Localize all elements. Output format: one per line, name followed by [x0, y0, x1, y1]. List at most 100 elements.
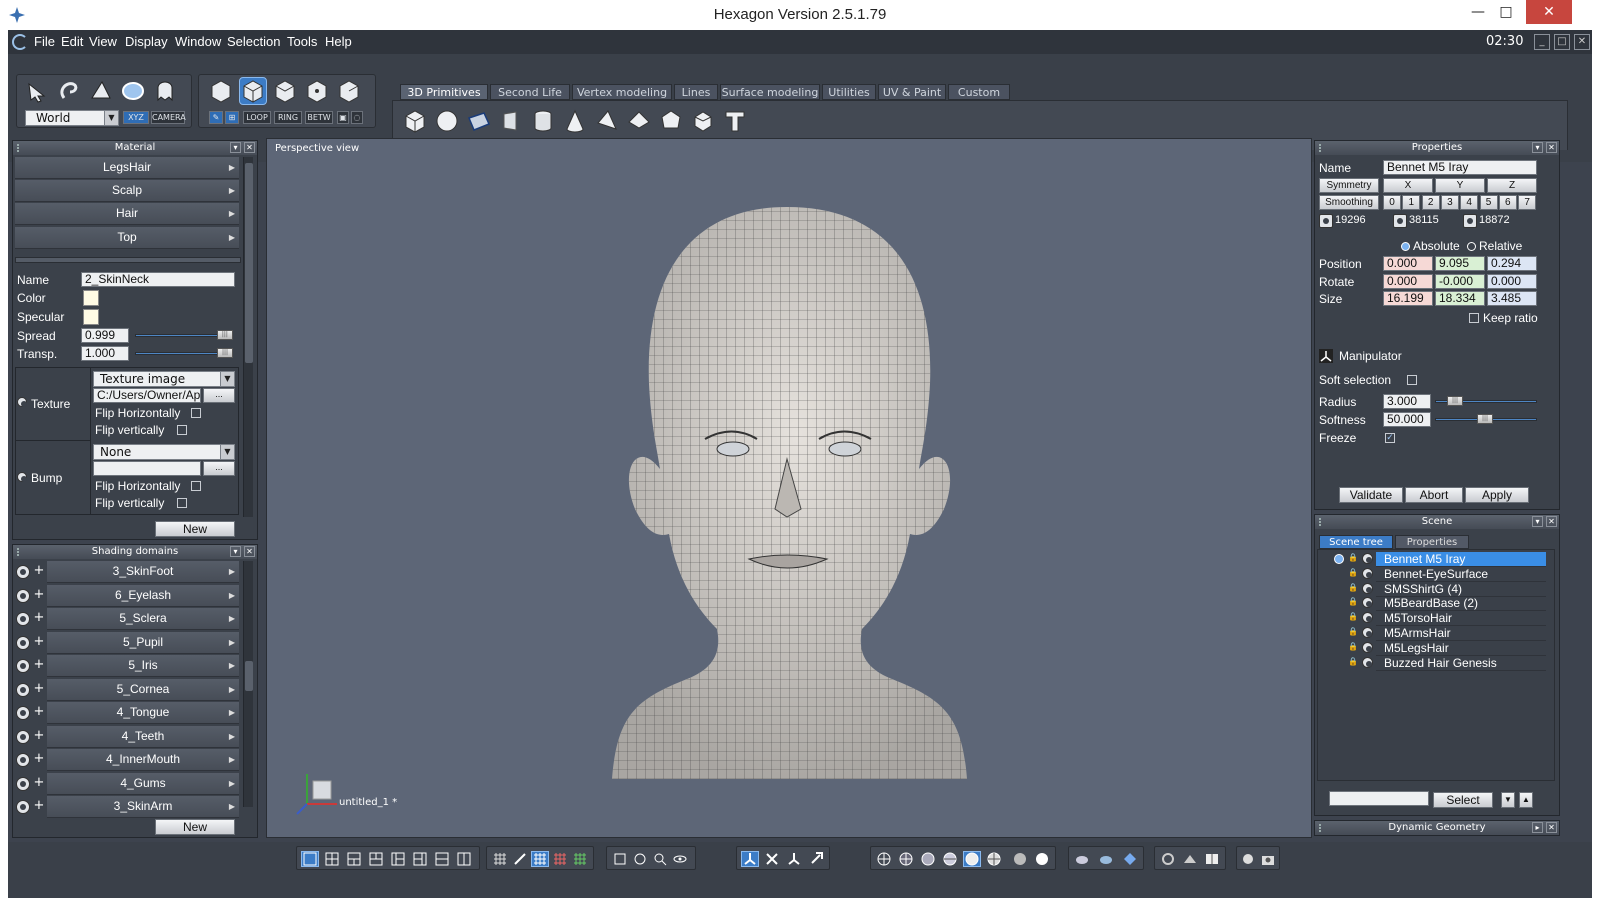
list-item[interactable]: Top ▶ [15, 227, 239, 249]
vertex-mode-icon[interactable] [207, 77, 235, 105]
softness-field[interactable]: 50.000 [1383, 412, 1431, 427]
object-mode-icon[interactable] [239, 77, 267, 105]
texture-path-field[interactable]: C:/Users/Owner/Ap [93, 388, 201, 403]
quad-view-icon[interactable] [323, 851, 341, 867]
add-icon[interactable]: + [32, 658, 46, 673]
move-manipulator-icon[interactable] [763, 851, 781, 867]
shadow-icon[interactable] [1121, 851, 1139, 867]
tab-lines[interactable]: Lines [674, 84, 718, 100]
between-select-button[interactable]: BETW [305, 111, 333, 124]
visibility-eye-icon[interactable] [1362, 656, 1373, 668]
app-close-button[interactable]: ✕ [1574, 34, 1590, 50]
pointer-tool-icon[interactable] [23, 77, 51, 105]
visibility-eye-icon[interactable] [1362, 553, 1373, 564]
split-vertical-icon[interactable] [455, 851, 473, 867]
validate-button[interactable]: Validate [1339, 487, 1403, 503]
panel-close-icon[interactable]: ✕ [1546, 516, 1557, 527]
shading-domain-item[interactable]: 4_Gums ▶ [47, 772, 239, 795]
lock-icon[interactable]: 🔒 [1348, 627, 1358, 636]
scene-search-field[interactable] [1329, 791, 1429, 806]
split-left-icon[interactable] [389, 851, 407, 867]
shading-domain-item[interactable]: 4_Teeth ▶ [47, 725, 239, 748]
position-y-field[interactable]: 9.095 [1435, 256, 1485, 271]
panel-menu-icon[interactable]: ▾ [1532, 142, 1543, 153]
grid-yz-icon[interactable] [571, 851, 589, 867]
texture-flip-v-checkbox[interactable] [177, 425, 187, 435]
ghost-tool-icon[interactable] [151, 77, 179, 105]
select-button[interactable]: Select [1433, 792, 1493, 808]
render-icon[interactable] [1239, 851, 1257, 867]
grip-icon[interactable] [1319, 824, 1325, 832]
sphere-icon[interactable] [433, 107, 461, 135]
bump-flip-v-checkbox[interactable] [177, 498, 187, 508]
list-item[interactable]: Hair ▶ [15, 203, 239, 225]
render-preview-icon[interactable] [1033, 851, 1051, 867]
tab-3d-primitives[interactable]: 3D Primitives [400, 84, 488, 100]
textured-icon[interactable] [985, 851, 1003, 867]
scene-tree-item[interactable]: M5TorsoHair [1376, 611, 1546, 627]
visibility-eye-icon[interactable] [16, 753, 30, 767]
lock-icon[interactable]: 🔒 [1348, 657, 1358, 666]
visibility-eye-icon[interactable] [16, 635, 30, 650]
tab-utilities[interactable]: Utilities [822, 84, 876, 100]
visibility-eye-icon[interactable] [1362, 582, 1373, 594]
lock-icon[interactable]: 🔒 [1348, 583, 1358, 592]
specular-swatch[interactable] [83, 309, 99, 325]
visibility-eye-icon[interactable] [16, 565, 30, 579]
scene-tree-item[interactable]: Bennet-EyeSurface [1376, 567, 1546, 582]
grip-icon[interactable] [1319, 518, 1325, 526]
visibility-eye-icon[interactable] [16, 706, 30, 720]
perspective-viewport[interactable]: Perspective view untitled_1 * [266, 138, 1312, 838]
bump-type-select[interactable]: None ▼ [93, 444, 235, 460]
polyhedron-icon[interactable] [689, 107, 717, 135]
head-mesh[interactable] [267, 139, 1313, 839]
list-item[interactable]: LegsHair ▶ [15, 157, 239, 179]
tab-uv-paint[interactable]: UV & Paint [878, 84, 946, 100]
cube-icon[interactable] [401, 107, 429, 135]
add-icon[interactable]: + [32, 564, 46, 579]
menu-tools[interactable]: Tools [287, 34, 317, 49]
app-restore-button[interactable]: □ [1554, 34, 1570, 50]
ring-select-button[interactable]: RING [274, 111, 302, 124]
close-button[interactable]: ✕ [1526, 0, 1572, 24]
panel-menu-icon[interactable]: ▾ [230, 142, 241, 153]
menu-help[interactable]: Help [325, 34, 352, 49]
loop-select-button[interactable]: LOOP [243, 111, 271, 124]
tweak-tool-icon[interactable] [87, 77, 115, 105]
zoom-extents-icon[interactable] [611, 851, 629, 867]
add-icon[interactable]: + [32, 799, 46, 814]
radius-slider-knob[interactable]: ||| [1447, 396, 1463, 406]
symmetry-z-button[interactable]: Z [1487, 178, 1537, 193]
menu-selection[interactable]: Selection [227, 34, 280, 49]
shading-domain-item[interactable]: 3_SkinFoot ▶ [47, 561, 239, 583]
split-right-icon[interactable] [411, 851, 429, 867]
scene-tree-item[interactable]: M5BeardBase (2) [1376, 596, 1546, 612]
tab-scene-tree[interactable]: Scene tree [1319, 535, 1393, 549]
app-minimize-button[interactable]: _ [1534, 34, 1550, 50]
tab-surface-modeling[interactable]: Surface modeling [720, 84, 820, 100]
render-settings-icon[interactable] [1159, 851, 1177, 867]
eye-icon[interactable] [671, 851, 689, 867]
panel-expand-icon[interactable]: ▸ [1532, 822, 1543, 833]
visibility-eye-icon[interactable] [16, 776, 30, 791]
coordinate-system-select[interactable]: World ▼ [25, 110, 119, 126]
visibility-eye-icon[interactable] [1362, 597, 1373, 609]
render-region-icon[interactable] [1181, 851, 1199, 867]
camera-snapshot-icon[interactable] [1259, 851, 1277, 867]
smoothing-level-button[interactable]: 7 [1518, 195, 1537, 210]
shading-domain-item[interactable]: 3_SkinArm ▶ [47, 796, 239, 818]
scene-tree-item[interactable]: Bennet M5 Iray [1376, 552, 1546, 567]
dodecahedron-icon[interactable] [657, 107, 685, 135]
material-scrollbar[interactable] [243, 157, 253, 517]
absolute-radio[interactable] [1401, 242, 1410, 251]
shading-domain-item[interactable]: 5_Cornea ▶ [47, 678, 239, 701]
menu-file[interactable]: File [34, 34, 55, 49]
material-preview-icon[interactable] [1011, 851, 1029, 867]
size-y-field[interactable]: 18.334 [1435, 291, 1485, 306]
new-shading-button[interactable]: New [155, 819, 235, 835]
visibility-eye-icon[interactable] [1362, 612, 1373, 624]
visibility-eye-icon[interactable] [16, 800, 30, 814]
freeze-checkbox[interactable]: ✓ [1385, 433, 1395, 443]
hidden-line-icon[interactable] [897, 851, 915, 867]
tab-vertex-modeling[interactable]: Vertex modeling [572, 84, 672, 100]
